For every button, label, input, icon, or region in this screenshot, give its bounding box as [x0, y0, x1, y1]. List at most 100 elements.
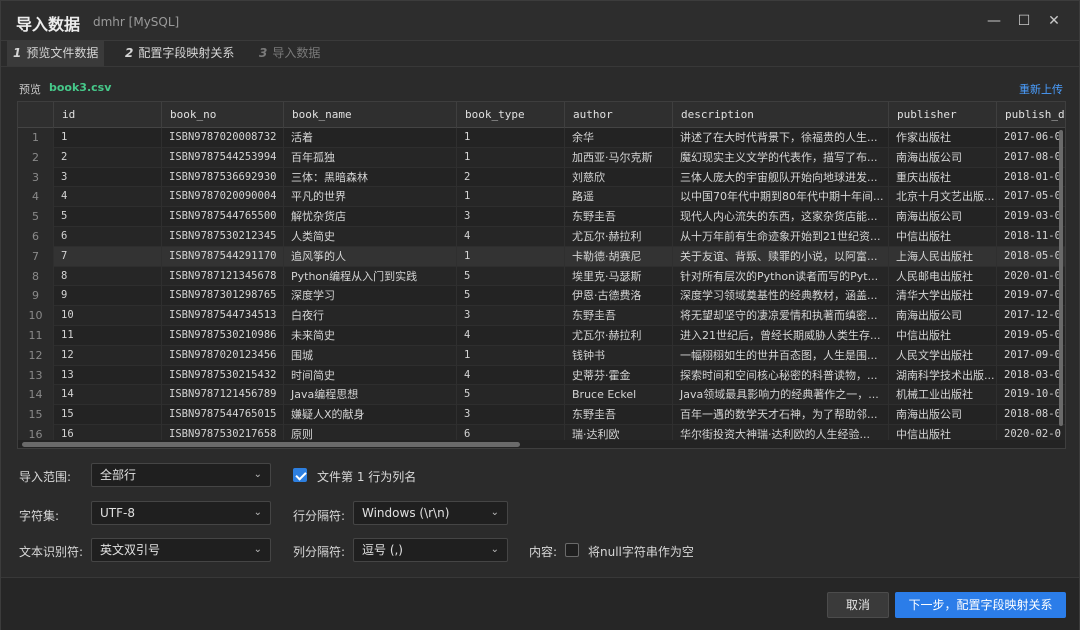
cell-book-no: ISBN9787530210986 — [162, 326, 284, 346]
step-label: 导入数据 — [272, 46, 321, 60]
cell-book-no: ISBN9787544734513 — [162, 306, 284, 326]
wizard-steps: 1 预览文件数据 2 配置字段映射关系 3 导入数据 — [1, 41, 1079, 67]
cell-book-type: 3 — [457, 306, 565, 326]
cell-publisher: 人民邮电出版社 — [889, 266, 997, 287]
table-row[interactable]: 1 1 ISBN9787020008732 活着 1 余华 讲述了在大时代背景下，徐福贵的人… — [18, 128, 1065, 148]
next-step-button[interactable]: 下一步，配置字段映射关系 — [895, 592, 1066, 618]
cell-description: 关于友谊、背叛、赎罪的小说，以阿富... — [673, 246, 889, 267]
cell-rownum: 10 — [18, 306, 54, 326]
cell-book-type: 5 — [457, 286, 565, 307]
cell-publisher: 南海出版公司 — [889, 306, 997, 326]
cell-book-name: 活着 — [284, 128, 457, 148]
preview-table[interactable]: id book_no book_name book_type author descrip… — [17, 101, 1066, 449]
cell-author: 余华 — [565, 128, 673, 148]
preview-filename: book3.csv — [49, 81, 112, 94]
vertical-scroll-thumb[interactable] — [1059, 130, 1063, 426]
cell-publisher: 南海出版公司 — [889, 147, 997, 168]
cell-book-no: ISBN9787020123456 — [162, 345, 284, 366]
range-value: 全部行 — [100, 468, 137, 482]
step-number: 3 — [259, 46, 268, 60]
cell-author: 尤瓦尔·赫拉利 — [565, 227, 673, 247]
cell-rownum: 6 — [18, 227, 54, 247]
cell-book-name: 百年孤独 — [284, 147, 457, 168]
close-icon[interactable]: ✕ — [1041, 9, 1067, 33]
range-select[interactable]: 全部行 ⌄ — [91, 463, 271, 487]
chevron-down-icon: ⌄ — [253, 507, 262, 518]
step-label: 配置字段映射关系 — [138, 46, 235, 60]
cell-id: 14 — [54, 385, 162, 406]
cell-author: 刘慈欣 — [565, 167, 673, 188]
cell-book-name: 三体：黑暗森林 — [284, 167, 457, 188]
null-as-empty-checkbox[interactable] — [565, 543, 579, 557]
reupload-link[interactable]: 重新上传 — [1019, 81, 1063, 97]
table-row[interactable]: 10 10 ISBN9787544734513 白夜行 3 东野圭吾 将无望却坚守的凄凉爱情… — [18, 306, 1065, 326]
cell-book-no: ISBN9787530212345 — [162, 227, 284, 247]
cell-publisher: 南海出版公司 — [889, 405, 997, 425]
connection-name: dmhr [MySQL] — [93, 15, 180, 29]
table-row[interactable]: 4 4 ISBN9787020090004 平凡的世界 1 路遥 以中国70年代中期到80年… — [18, 187, 1065, 208]
cell-book-no: ISBN9787544765015 — [162, 405, 284, 425]
column-header-description[interactable]: description — [673, 102, 889, 128]
table-row[interactable]: 2 2 ISBN9787544253994 百年孤独 1 加西亚·马尔克斯 魔幻现实主义文学… — [18, 147, 1065, 168]
text-qualifier-select[interactable]: 英文双引号 ⌄ — [91, 538, 271, 562]
row-separator-select[interactable]: Windows (\r\n) ⌄ — [353, 501, 508, 525]
cell-rownum: 12 — [18, 345, 54, 366]
table-row[interactable]: 15 15 ISBN9787544765015 嫌疑人X的献身 3 东野圭吾 百年一遇的数学… — [18, 405, 1065, 425]
table-header: id book_no book_name book_type author descrip… — [18, 102, 1065, 128]
table-row[interactable]: 7 7 ISBN9787544291170 追风筝的人 1 卡勒德·胡赛尼 关于友谊、背叛、… — [18, 246, 1065, 267]
step-preview[interactable]: 1 预览文件数据 — [7, 41, 105, 66]
cell-book-name: 时间简史 — [284, 365, 457, 386]
cell-book-no: ISBN9787544291170 — [162, 246, 284, 267]
column-header-author[interactable]: author — [565, 102, 673, 128]
cell-book-name: 平凡的世界 — [284, 187, 457, 208]
cell-book-no: ISBN9787530215432 — [162, 365, 284, 386]
maximize-icon[interactable]: ☐ — [1011, 9, 1037, 33]
cell-rownum: 8 — [18, 266, 54, 287]
cell-description: Java领域最具影响力的经典著作之一，... — [673, 385, 889, 406]
column-header-publish-date[interactable]: publish_dat — [997, 102, 1065, 128]
column-header-id[interactable]: id — [54, 102, 162, 128]
cell-id: 1 — [54, 128, 162, 148]
horizontal-scrollbar[interactable] — [18, 440, 1065, 448]
cell-publisher: 作家出版社 — [889, 128, 997, 148]
table-row[interactable]: 3 3 ISBN9787536692930 三体：黑暗森林 2 刘慈欣 三体人庞大的宇宙舰队… — [18, 167, 1065, 188]
table-row[interactable]: 12 12 ISBN9787020123456 围城 1 钱钟书 一幅栩栩如生的世井百态图，… — [18, 345, 1065, 366]
cell-id: 12 — [54, 345, 162, 366]
cell-description: 深度学习领域奠基性的经典教材，涵盖... — [673, 286, 889, 307]
cell-publisher: 北京十月文艺出版... — [889, 187, 997, 208]
cell-book-name: 深度学习 — [284, 286, 457, 307]
cancel-button[interactable]: 取消 — [827, 592, 889, 618]
cell-id: 2 — [54, 147, 162, 168]
cell-description: 以中国70年代中期到80年代中期十年间... — [673, 187, 889, 208]
table-row[interactable]: 14 14 ISBN9787121456789 Java编程思想 5 Bruce Ecke… — [18, 385, 1065, 406]
column-header-publisher[interactable]: publisher — [889, 102, 997, 128]
cell-book-type: 1 — [457, 187, 565, 208]
table-row[interactable]: 13 13 ISBN9787530215432 时间简史 4 史蒂芬·霍金 探索时间和空间核… — [18, 365, 1065, 386]
minimize-icon[interactable]: — — [981, 9, 1007, 33]
cell-description: 将无望却坚守的凄凉爱情和执著而缜密... — [673, 306, 889, 326]
vertical-scrollbar[interactable] — [1057, 128, 1065, 442]
cell-author: 加西亚·马尔克斯 — [565, 147, 673, 168]
text-qualifier-label: 文本识别符: — [19, 545, 84, 559]
table-row[interactable]: 8 8 ISBN9787121345678 Python编程从入门到实践 5 埃里克·马瑟… — [18, 266, 1065, 287]
cell-book-type: 4 — [457, 326, 565, 346]
column-header-book-type[interactable]: book_type — [457, 102, 565, 128]
column-header-book-name[interactable]: book_name — [284, 102, 457, 128]
column-header-book-no[interactable]: book_no — [162, 102, 284, 128]
cell-book-type: 2 — [457, 167, 565, 188]
step-import: 3 导入数据 — [253, 41, 326, 66]
step-mapping[interactable]: 2 配置字段映射关系 — [119, 41, 240, 66]
table-row[interactable]: 6 6 ISBN9787530212345 人类简史 4 尤瓦尔·赫拉利 从十万年前有生命迹… — [18, 227, 1065, 247]
cell-book-no: ISBN9787536692930 — [162, 167, 284, 188]
column-separator-select[interactable]: 逗号 (,) ⌄ — [353, 538, 508, 562]
charset-select[interactable]: UTF-8 ⌄ — [91, 501, 271, 525]
table-row[interactable]: 11 11 ISBN9787530210986 未来简史 4 尤瓦尔·赫拉利 进入21世纪后… — [18, 326, 1065, 346]
horizontal-scroll-thumb[interactable] — [22, 442, 520, 447]
header-row-checkbox[interactable] — [293, 468, 307, 482]
cell-book-no: ISBN9787121456789 — [162, 385, 284, 406]
table-row[interactable]: 5 5 ISBN9787544765500 解忧杂货店 3 东野圭吾 现代人内心流失的东西，… — [18, 207, 1065, 227]
table-row[interactable]: 9 9 ISBN9787301298765 深度学习 5 伊恩·古德费洛 深度学习领域奠基性… — [18, 286, 1065, 307]
cell-publish-date: 2018-01-0 — [997, 168, 1065, 188]
cell-publish-date: 2018-03-0 — [997, 366, 1065, 386]
cell-publish-date: 2018-11-0 — [997, 227, 1065, 247]
